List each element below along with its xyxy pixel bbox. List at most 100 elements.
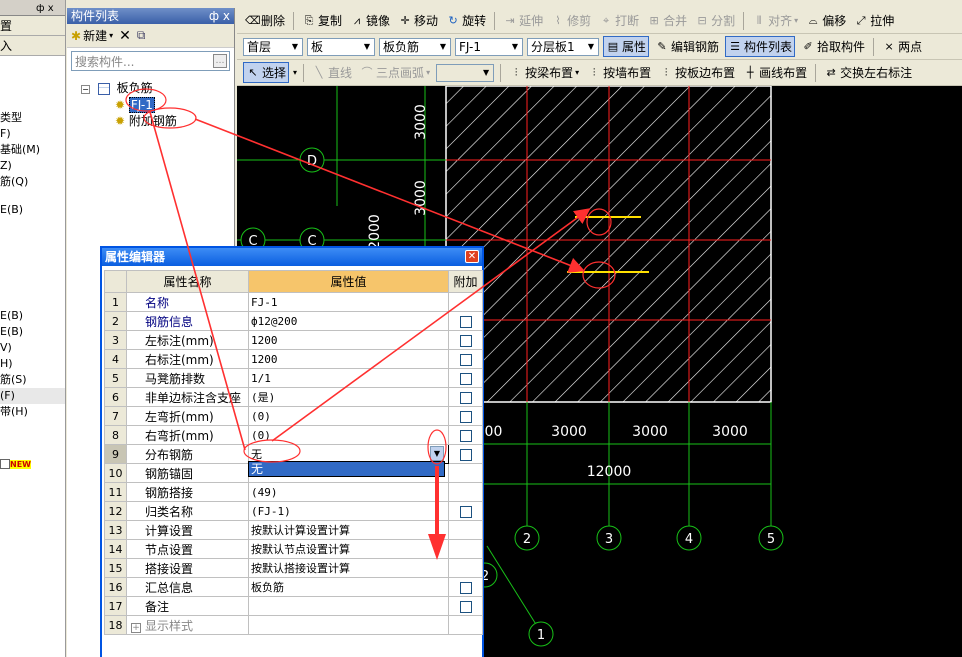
merge-button[interactable]: ⊞ 合并 (645, 11, 689, 30)
search-input[interactable]: 搜索构件... … (71, 51, 230, 71)
property-row[interactable]: 15 搭接设置 按默认搭接设置计算 (104, 558, 483, 578)
property-value[interactable]: 按默认计算设置计算 (248, 520, 449, 540)
stretch-button[interactable]: ⤢ 拉伸 (852, 11, 896, 30)
pin-icon[interactable]: ф x (36, 3, 54, 14)
tree-root[interactable]: − 板负筋 (81, 80, 153, 96)
extra-checkbox[interactable] (459, 505, 472, 518)
draw-mode-select[interactable]: ▼ (436, 63, 495, 82)
dropdown-option[interactable]: 无 (248, 461, 445, 477)
nav-item[interactable]: 筋(S) (0, 372, 65, 388)
extra-checkbox[interactable] (459, 410, 472, 423)
move-button[interactable]: ✛ 移动 (396, 11, 440, 30)
nav-item[interactable]: 带(H) (0, 404, 65, 420)
property-value[interactable]: (FJ-1) (248, 501, 449, 521)
tree-item-extra-rebar[interactable]: ✹ 附加钢筋 (115, 113, 177, 129)
property-value[interactable]: FJ-1 (248, 292, 449, 312)
place-by-slab-edge-button[interactable]: ⫶ 按板边布置 (657, 63, 737, 82)
extra-checkbox[interactable] (459, 391, 472, 404)
nav-item[interactable]: F) (0, 126, 65, 142)
property-value[interactable]: 按默认搭接设置计算 (248, 558, 449, 578)
align-button[interactable]: ⫴ 对齐 ▾ (750, 11, 800, 30)
nav-item[interactable]: E(B) (0, 202, 65, 218)
swap-labels-button[interactable]: ⇄ 交换左右标注 (822, 63, 914, 82)
property-value[interactable]: 1200 (248, 330, 449, 350)
property-row[interactable]: 7 左弯折(mm) (0) (104, 406, 483, 426)
property-row[interactable]: 17 备注 (104, 596, 483, 616)
property-row[interactable]: 12 归类名称 (FJ-1) (104, 501, 483, 521)
property-row[interactable]: 14 节点设置 按默认节点设置计算 (104, 539, 483, 559)
break-button[interactable]: ⌖ 打断 (597, 11, 641, 30)
property-value[interactable]: (0) (248, 425, 449, 445)
trim-button[interactable]: ⌇ 修剪 (549, 11, 593, 30)
tree-item-fj1[interactable]: ✹ FJ-1 (115, 97, 155, 113)
dropdown-button[interactable]: ▼ (430, 446, 444, 461)
copy-icon[interactable]: ⧉ (137, 28, 146, 43)
mirror-button[interactable]: ⩘ 镜像 (348, 11, 392, 30)
collapse-icon[interactable]: − (81, 85, 90, 94)
property-value[interactable]: 按默认节点设置计算 (248, 539, 449, 559)
copy-button[interactable]: ⎘ 复制 (300, 11, 344, 30)
extend-button[interactable]: ⇥ 延伸 (501, 11, 545, 30)
property-value[interactable] (248, 596, 449, 616)
delete-icon[interactable]: ✕ (119, 28, 131, 44)
extra-checkbox[interactable] (459, 372, 472, 385)
property-value[interactable]: 1/1 (248, 368, 449, 388)
component-list-button[interactable]: ☰ 构件列表 (725, 36, 796, 57)
layer-select[interactable]: 分层板1 ▼ (527, 37, 599, 56)
property-row[interactable]: 18 + 显示样式 (104, 615, 483, 635)
property-value[interactable]: 板负筋 (248, 577, 449, 597)
pick-component-button[interactable]: ✐ 拾取构件 (799, 37, 867, 56)
extra-checkbox[interactable] (459, 353, 472, 366)
property-row[interactable]: 1 名称 FJ-1 (104, 292, 483, 312)
property-row[interactable]: 2 钢筋信息 ф12@200 (104, 311, 483, 331)
property-row[interactable]: 13 计算设置 按默认计算设置计算 (104, 520, 483, 540)
edit-rebar-button[interactable]: ✎ 编辑钢筋 (653, 37, 721, 56)
property-row[interactable]: 8 右弯折(mm) (0) (104, 425, 483, 445)
nav-item[interactable]: 筋(Q) (0, 174, 65, 190)
place-by-beam-button[interactable]: ⫶ 按梁布置 ▾ (507, 63, 581, 82)
extra-checkbox[interactable] (459, 315, 472, 328)
place-by-wall-button[interactable]: ⫶ 按墙布置 (585, 63, 653, 82)
extra-checkbox[interactable] (459, 334, 472, 347)
property-value[interactable]: ф12@200 (248, 311, 449, 331)
pin-close-icon[interactable]: ф x (209, 8, 230, 24)
left-panel-button-2[interactable]: 入 (0, 36, 65, 56)
search-icon[interactable]: … (213, 54, 227, 68)
nav-item[interactable]: 类型 (0, 110, 65, 126)
property-row[interactable]: 6 非单边标注含支座 (是) (104, 387, 483, 407)
select-button[interactable]: ↖ 选择 (243, 62, 290, 83)
offset-button[interactable]: ⌓ 偏移 (804, 11, 848, 30)
extra-checkbox[interactable] (459, 600, 472, 613)
property-value[interactable]: (是) (248, 387, 449, 407)
delete-button[interactable]: ⌫ 删除 (243, 11, 287, 30)
category-select[interactable]: 板 ▼ (307, 37, 375, 56)
arc-button[interactable]: ⌒ 三点画弧 ▾ (358, 63, 432, 82)
two-points-button[interactable]: ⨯ 两点 (880, 37, 924, 56)
nav-item[interactable]: E(B) (0, 324, 65, 340)
nav-item[interactable]: (F) (0, 388, 65, 404)
nav-item[interactable]: 基础(M) (0, 142, 65, 158)
extra-checkbox[interactable] (459, 448, 472, 461)
type-select[interactable]: 板负筋 ▼ (379, 37, 451, 56)
property-value[interactable] (248, 615, 449, 635)
left-panel-button-1[interactable]: 置 (0, 16, 65, 36)
extra-checkbox[interactable] (459, 429, 472, 442)
rotate-button[interactable]: ↻ 旋转 (444, 11, 488, 30)
split-button[interactable]: ⊟ 分割 (693, 11, 737, 30)
line-button[interactable]: ╲ 直线 (310, 63, 354, 82)
draw-line-place-button[interactable]: ┼ 画线布置 (741, 63, 809, 82)
nav-item[interactable]: H) (0, 356, 65, 372)
property-row[interactable]: 11 钢筋搭接 (49) (104, 482, 483, 502)
property-value[interactable]: (49) (248, 482, 449, 502)
extra-checkbox[interactable] (459, 581, 472, 594)
property-row[interactable]: 16 汇总信息 板负筋 (104, 577, 483, 597)
component-select[interactable]: FJ-1 ▼ (455, 37, 523, 56)
property-row[interactable]: 5 马凳筋排数 1/1 (104, 368, 483, 388)
nav-item[interactable]: E(B) (0, 308, 65, 324)
property-value[interactable]: 1200 (248, 349, 449, 369)
property-value[interactable]: (0) (248, 406, 449, 426)
nav-item[interactable]: V) (0, 340, 65, 356)
expand-icon[interactable]: + (131, 622, 141, 633)
nav-item[interactable]: Z) (0, 158, 65, 174)
properties-button[interactable]: ▤ 属性 (603, 36, 650, 57)
